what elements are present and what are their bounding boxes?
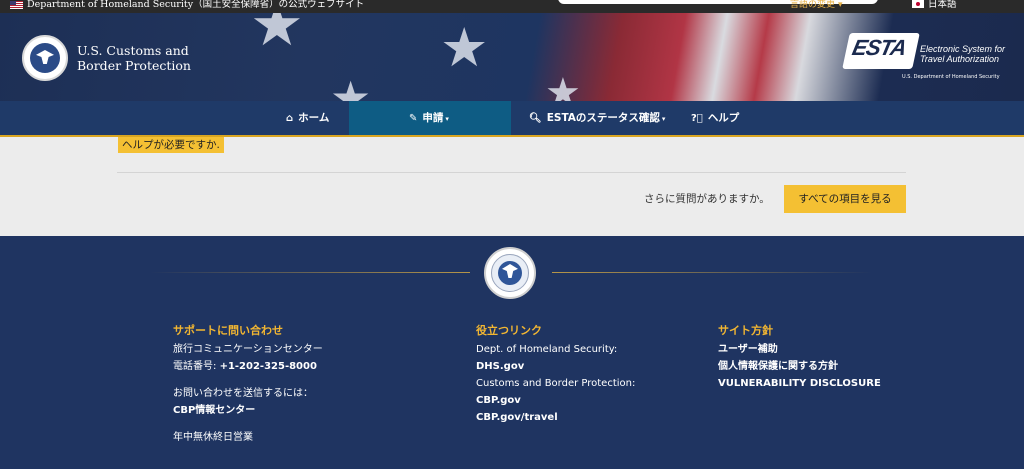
- pencil-icon: ✎: [409, 113, 418, 124]
- help-tag: ヘルプが必要ですか.: [118, 137, 224, 153]
- caret-down-icon: ▾: [445, 115, 449, 123]
- footer-divider-left: [150, 272, 470, 273]
- esta-mark: ESTA: [850, 35, 909, 60]
- privacy-policy-link[interactable]: 個人情報保護に関する方針: [718, 358, 881, 375]
- footer-policy-heading: サイト方針: [718, 324, 773, 337]
- current-language[interactable]: 日本語: [912, 0, 957, 10]
- us-flag-icon: [10, 1, 23, 9]
- cbp-info-center-link[interactable]: CBP情報センター: [173, 402, 323, 419]
- dhs-link[interactable]: DHS.gov: [476, 358, 635, 375]
- footer-contact: サポートに問い合わせ 旅行コミュニケーションセンター 電話番号: +1-202-…: [173, 322, 323, 446]
- nav-apply[interactable]: ✎ 申請 ▾: [349, 101, 511, 135]
- nav-status-label: ESTAのステータス確認: [546, 112, 660, 124]
- see-all-button[interactable]: すべての項目を見る: [784, 185, 906, 213]
- agency-name-line1: U.S. Customs and: [77, 43, 189, 58]
- site-header: ★ ★ ★ ★ U.S. Customs and Border Protecti…: [0, 13, 1024, 101]
- cbp-link[interactable]: CBP.gov: [476, 392, 635, 409]
- cbp-label: Customs and Border Protection:: [476, 378, 636, 389]
- gov-banner-text: Department of Homeland Security（国土安全保障省）…: [27, 0, 365, 10]
- agency-name[interactable]: U.S. Customs and Border Protection: [77, 43, 191, 73]
- question-circle-icon: ?⃝: [691, 113, 703, 124]
- vulnerability-disclosure-link[interactable]: VULNERABILITY DISCLOSURE: [718, 375, 881, 392]
- phone-label: 電話番号:: [173, 361, 220, 372]
- hours-text: 年中無休終日営業: [173, 432, 253, 443]
- esta-tagline-line2: Travel Authorization: [920, 54, 1000, 64]
- more-questions-text: さらに質問がありますか。: [644, 193, 770, 205]
- send-inquiry-label: お問い合わせを送信するには：: [173, 388, 313, 399]
- cbp-travel-link[interactable]: CBP.gov/travel: [476, 409, 635, 426]
- site-footer: サポートに問い合わせ 旅行コミュニケーションセンター 電話番号: +1-202-…: [0, 236, 1024, 469]
- phone-number[interactable]: +1-202-325-8000: [220, 361, 317, 372]
- dhs-seal-logo[interactable]: [484, 247, 536, 299]
- footer-divider-right: [552, 272, 872, 273]
- nav-apply-label: 申請: [422, 112, 444, 124]
- footer-policy: サイト方針 ユーザー補助 個人情報保護に関する方針 VULNERABILITY …: [718, 322, 881, 392]
- footer-contact-heading: サポートに問い合わせ: [173, 324, 283, 337]
- decorative-star-icon: ★: [330, 71, 372, 101]
- current-language-label: 日本語: [928, 0, 957, 10]
- nav-home-label: ホーム: [298, 112, 330, 124]
- nav-home[interactable]: ⌂ ホーム: [286, 101, 329, 135]
- caret-down-icon: ▾: [661, 115, 666, 123]
- home-icon: ⌂: [286, 113, 294, 124]
- communication-center: 旅行コミュニケーションセンター: [173, 344, 323, 355]
- search-icon: 🔍︎: [529, 113, 542, 124]
- gov-banner: Department of Homeland Security（国土安全保障省）…: [0, 0, 1024, 13]
- decorative-star-icon: ★: [545, 70, 581, 101]
- phone-line: 電話番号: +1-202-325-8000: [173, 358, 323, 375]
- nav-help-label: ヘルプ: [707, 112, 740, 124]
- nav-status[interactable]: 🔍︎ ESTAのステータス確認 ▾: [529, 101, 665, 135]
- main-nav: ⌂ ホーム ✎ 申請 ▾ 🔍︎ ESTAのステータス確認 ▾ ?⃝ ヘルプ: [0, 101, 1024, 137]
- footer-links-heading: 役立つリンク: [476, 324, 542, 337]
- decorative-star-icon: ★: [250, 13, 304, 60]
- language-change-button[interactable]: 言語の変更 ▾: [790, 0, 843, 10]
- japan-flag-icon: [912, 0, 924, 8]
- decorative-star-icon: ★: [440, 16, 489, 79]
- agency-name-line2: Border Protection: [77, 58, 191, 73]
- divider: [117, 172, 906, 173]
- chevron-down-icon: ▾: [838, 0, 843, 10]
- esta-dhs-caption: U.S. Department of Homeland Security: [902, 74, 1000, 80]
- cbp-seal-logo[interactable]: [22, 35, 68, 81]
- language-change-label: 言語の変更: [790, 0, 836, 10]
- esta-tagline-line1: Electronic System for: [920, 44, 1006, 54]
- dhs-label: Dept. of Homeland Security:: [476, 344, 618, 355]
- accessibility-link[interactable]: ユーザー補助: [718, 341, 881, 358]
- footer-links: 役立つリンク Dept. of Homeland Security: DHS.g…: [476, 322, 635, 426]
- nav-help[interactable]: ?⃝ ヘルプ: [691, 101, 739, 135]
